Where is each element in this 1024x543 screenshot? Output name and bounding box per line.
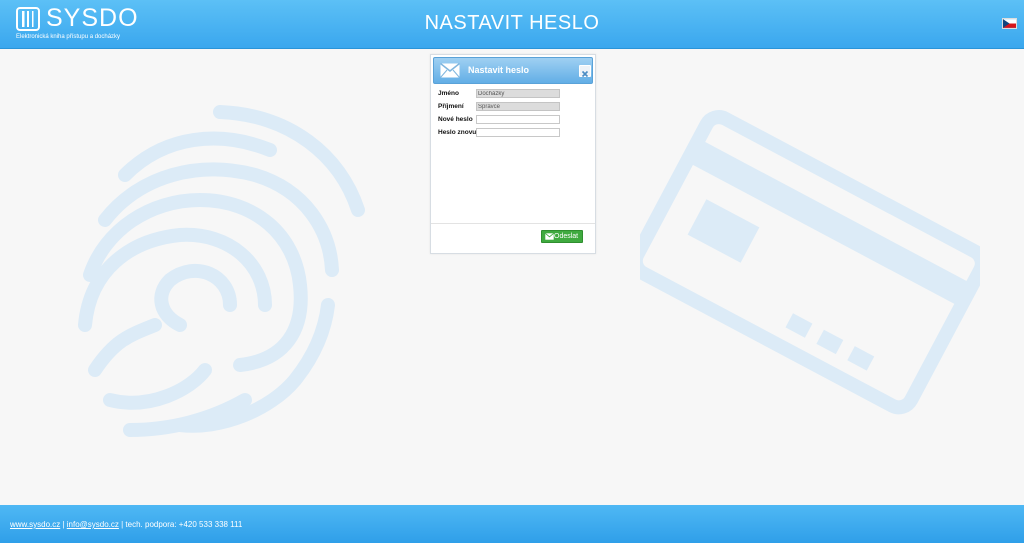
card-watermark-icon: [640, 110, 980, 415]
fingerprint-watermark-icon: [78, 105, 365, 437]
page-title: NASTAVIT HESLO: [424, 12, 600, 34]
footer-text: www.sysdo.cz | info@sysdo.cz | tech. pod…: [10, 520, 242, 529]
header-bar: SYSDO Elektronická kniha přístupu a doch…: [0, 0, 1024, 49]
website-link[interactable]: www.sysdo.cz: [10, 520, 60, 529]
support-text: | tech. podpora: +420 533 338 111: [118, 520, 243, 529]
new-password-input[interactable]: [476, 115, 560, 124]
dialog-title: Nastavit heslo: [468, 65, 530, 75]
prijmeni-input[interactable]: [476, 102, 560, 111]
jmeno-label: Jméno: [438, 90, 459, 97]
submit-button[interactable]: Odeslat: [541, 230, 583, 243]
dialog-divider: [431, 223, 595, 224]
footer-bar: www.sysdo.cz | info@sysdo.cz | tech. pod…: [0, 505, 1024, 543]
dialog-header: Nastavit heslo: [433, 57, 593, 84]
prijmeni-label: Příjmení: [438, 103, 464, 110]
close-button[interactable]: [579, 65, 591, 78]
heslo-znovu-label: Heslo znovu: [438, 129, 477, 136]
mail-send-icon: [545, 233, 554, 240]
mail-icon: [440, 63, 460, 78]
submit-label: Odeslat: [554, 233, 579, 240]
close-icon: [581, 70, 589, 78]
set-password-dialog: Nastavit heslo Jméno Příjmení Nové heslo…: [430, 54, 596, 254]
jmeno-input[interactable]: [476, 89, 560, 98]
czech-flag-icon[interactable]: [1002, 18, 1017, 29]
email-link[interactable]: info@sysdo.cz: [67, 520, 119, 529]
confirm-password-input[interactable]: [476, 128, 560, 137]
nove-heslo-label: Nové heslo: [438, 116, 473, 123]
